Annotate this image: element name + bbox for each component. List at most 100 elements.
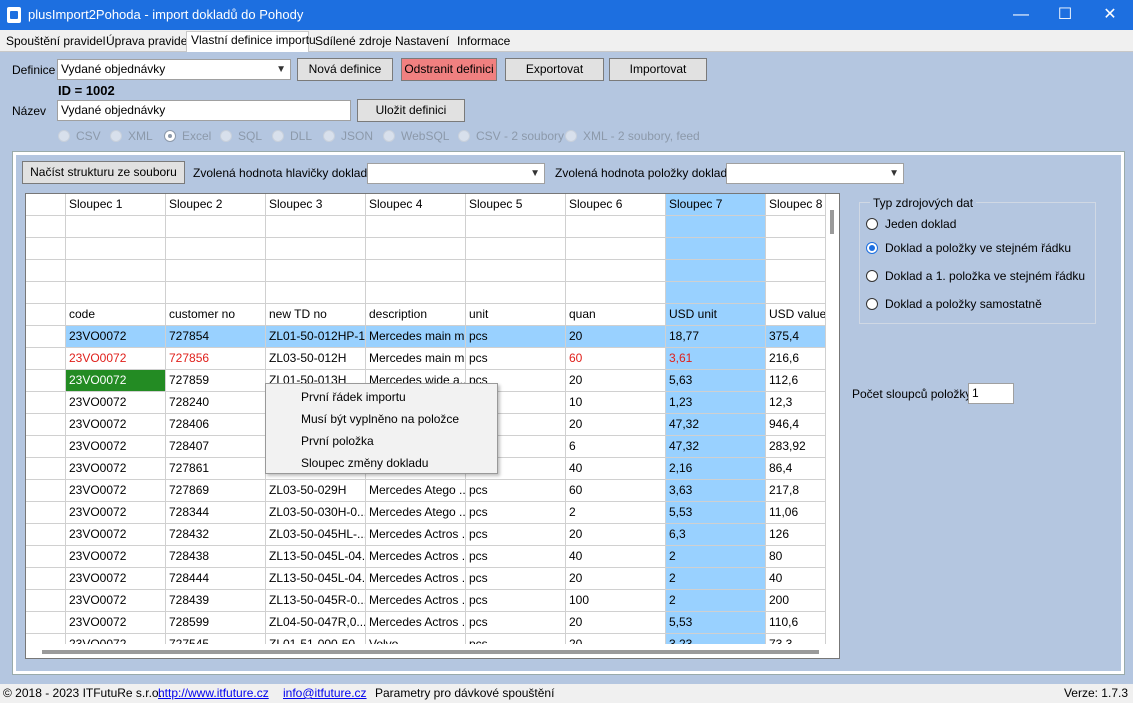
radio-csv-2-files[interactable] — [458, 130, 470, 142]
row-header-cell[interactable] — [26, 612, 66, 634]
grid-cell[interactable]: 728406 — [166, 414, 266, 436]
grid-cell[interactable] — [666, 260, 766, 282]
grid-cell[interactable]: 2,16 — [666, 458, 766, 480]
grid-cell[interactable]: 126 — [766, 524, 826, 546]
grid-cell[interactable]: 47,32 — [666, 436, 766, 458]
grid-cell[interactable]: 20 — [566, 612, 666, 634]
tab-informace[interactable]: Informace — [453, 33, 514, 51]
grid-cell[interactable]: 20 — [566, 524, 666, 546]
grid-cell[interactable]: 23VO0072 — [66, 590, 166, 612]
grid-cell[interactable] — [766, 260, 826, 282]
grid-cell[interactable]: 2 — [566, 502, 666, 524]
grid-cell[interactable]: 6,3 — [666, 524, 766, 546]
radio-dll[interactable] — [272, 130, 284, 142]
grid-cell[interactable] — [766, 216, 826, 238]
grid-cell[interactable]: 727856 — [166, 348, 266, 370]
grid-cell[interactable]: ZL01-51-000-50 — [266, 634, 366, 644]
row-header-cell[interactable] — [26, 348, 66, 370]
grid-cell[interactable]: 10 — [566, 392, 666, 414]
grid-cell[interactable]: 727861 — [166, 458, 266, 480]
grid-cell[interactable] — [766, 238, 826, 260]
tab-nastaveni[interactable]: Nastavení — [391, 33, 453, 51]
grid-cell[interactable]: Mercedes main m... — [366, 326, 466, 348]
empty-row[interactable] — [26, 238, 826, 260]
grid-cell[interactable]: 2 — [666, 568, 766, 590]
grid-cell[interactable] — [366, 216, 466, 238]
grid-cell[interactable]: 727859 — [166, 370, 266, 392]
save-definition-button[interactable]: Uložit definici — [357, 99, 465, 122]
table-row[interactable]: 23VO0072 727545 ZL01-51-000-50 Volvo ... pcs… — [26, 634, 826, 644]
column-header[interactable]: Sloupec 4 — [366, 194, 466, 216]
horizontal-scroll-thumb[interactable] — [42, 650, 819, 654]
grid-cell[interactable]: 2 — [666, 590, 766, 612]
grid-cell[interactable]: 23VO0072 — [66, 546, 166, 568]
grid-cell[interactable]: 23VO0072 — [66, 634, 166, 644]
grid-cell[interactable]: 3,61 — [666, 348, 766, 370]
grid-cell[interactable]: unit — [466, 304, 566, 326]
grid-cell[interactable]: 60 — [566, 348, 666, 370]
grid-cell[interactable]: Mercedes Actros ... — [366, 546, 466, 568]
grid-cell[interactable]: ZL03-50-029H — [266, 480, 366, 502]
grid-cell[interactable] — [166, 260, 266, 282]
grid-cell[interactable]: 23VO0072 — [66, 480, 166, 502]
grid-cell[interactable]: ZL04-50-047R,0... — [266, 612, 366, 634]
grid-cell[interactable] — [766, 282, 826, 304]
grid-cell[interactable]: 3,23 — [666, 634, 766, 644]
row-header-cell[interactable] — [26, 436, 66, 458]
grid-cell[interactable]: 23VO0072 — [66, 502, 166, 524]
vertical-scroll-thumb[interactable] — [830, 210, 834, 234]
grid-cell[interactable] — [66, 260, 166, 282]
grid-cell[interactable]: 728344 — [166, 502, 266, 524]
grid-cell[interactable]: pcs — [466, 326, 566, 348]
row-header-cell[interactable] — [26, 392, 66, 414]
grid-cell[interactable]: 112,6 — [766, 370, 826, 392]
radio-document-items-separate[interactable] — [866, 298, 878, 310]
field-name-row[interactable]: code customer no new TD no description unit q… — [26, 304, 826, 326]
grid-cell[interactable]: 20 — [566, 568, 666, 590]
grid-cell[interactable]: 728407 — [166, 436, 266, 458]
grid-cell[interactable]: Mercedes main m... — [366, 348, 466, 370]
menu-item-first-import-row[interactable]: První řádek importu — [301, 390, 406, 404]
menu-item-document-change-column[interactable]: Sloupec změny dokladu — [301, 456, 428, 470]
grid-cell[interactable]: pcs — [466, 634, 566, 644]
corner-cell[interactable] — [26, 194, 66, 216]
grid-cell[interactable]: 12,3 — [766, 392, 826, 414]
table-row[interactable]: 23VO0072 728439 ZL13-50-045R-0... Mercedes … — [26, 590, 826, 612]
grid-cell[interactable]: 40 — [566, 458, 666, 480]
close-button[interactable]: ✕ — [1087, 0, 1133, 30]
grid-cell[interactable]: pcs — [466, 612, 566, 634]
minimize-button[interactable]: — — [998, 0, 1044, 30]
grid-cell[interactable]: 23VO0072 — [66, 348, 166, 370]
grid-cell[interactable] — [466, 282, 566, 304]
column-header[interactable]: Sloupec 8 — [766, 194, 826, 216]
grid-cell[interactable]: ZL13-50-045L-04... — [266, 546, 366, 568]
grid-cell[interactable]: 728240 — [166, 392, 266, 414]
grid-cell[interactable]: 5,53 — [666, 502, 766, 524]
definition-select[interactable]: Vydané objednávky ▼ — [57, 59, 291, 80]
grid-cell[interactable]: 23VO0072 — [66, 326, 166, 348]
grid-cell[interactable] — [266, 238, 366, 260]
grid-cell[interactable]: code — [66, 304, 166, 326]
grid-cell[interactable]: Mercedes Actros ... — [366, 590, 466, 612]
row-header-cell[interactable] — [26, 370, 66, 392]
grid-cell[interactable]: ZL13-50-045R-0... — [266, 590, 366, 612]
grid-cell[interactable]: 728599 — [166, 612, 266, 634]
grid-cell[interactable]: 728439 — [166, 590, 266, 612]
grid-cell[interactable]: 3,63 — [666, 480, 766, 502]
grid-cell[interactable]: 20 — [566, 370, 666, 392]
grid-cell[interactable]: ZL03-50-012H — [266, 348, 366, 370]
remove-definition-button[interactable]: Odstranit definici — [401, 58, 497, 81]
column-header[interactable]: Sloupec 3 — [266, 194, 366, 216]
grid-cell[interactable]: new TD no — [266, 304, 366, 326]
row-header-cell[interactable] — [26, 216, 66, 238]
row-header-cell[interactable] — [26, 634, 66, 644]
grid-cell[interactable]: 946,4 — [766, 414, 826, 436]
radio-document-first-item-same-row[interactable] — [866, 270, 878, 282]
grid-cell[interactable]: 20 — [566, 326, 666, 348]
grid-cell[interactable] — [666, 216, 766, 238]
tab-sdilene-zdroje[interactable]: Sdílené zdroje — [311, 33, 396, 51]
grid-cell[interactable] — [166, 238, 266, 260]
grid-cell[interactable]: ZL03-50-030H-0... — [266, 502, 366, 524]
column-header[interactable]: Sloupec 7 — [666, 194, 766, 216]
column-header[interactable]: Sloupec 5 — [466, 194, 566, 216]
